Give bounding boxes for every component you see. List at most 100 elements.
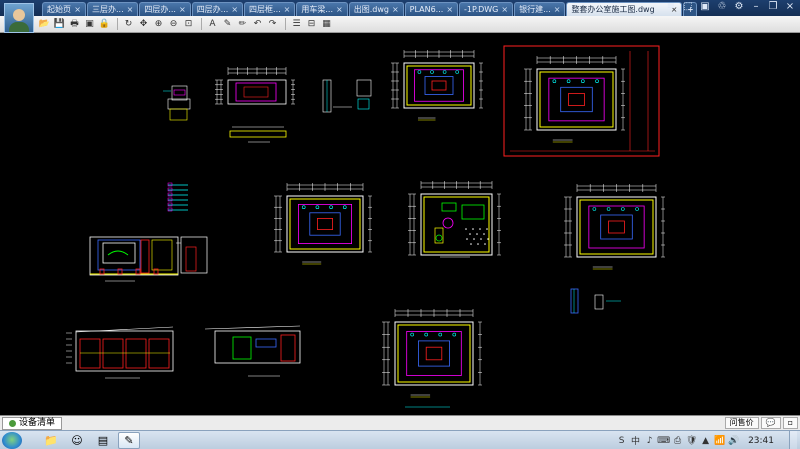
plan-inner-wall [539,71,614,128]
tray-icon[interactable]: ♪ [644,435,655,446]
tray-icon[interactable]: ▲ [700,435,711,446]
close-tab-icon[interactable]: × [231,4,238,16]
measure-icon[interactable]: ⊟ [305,18,318,31]
document-tab-label: 四层框... [249,4,281,14]
tray-icon[interactable]: 中 [630,435,641,447]
rotate-icon[interactable]: ↻ [122,18,135,31]
clock[interactable]: 23:41 [748,436,774,446]
document-tab-label: 四层办... [144,4,176,14]
save-icon[interactable]: 💾 [53,18,66,31]
plan-inner-wall [397,324,471,383]
ceiling-center [608,220,625,234]
floor-pattern-dot [476,233,478,235]
pan-icon[interactable]: ✥ [137,18,150,31]
ceiling-profile [204,325,301,330]
show-desktop-button[interactable] [789,431,797,449]
restore-icon[interactable]: ❐ [767,1,779,12]
pencil-icon[interactable]: ✏ [236,18,249,31]
tray-icon[interactable]: ⌨ [657,435,670,446]
close-tab-icon[interactable]: × [336,4,343,16]
document-tab[interactable]: 用车梁... × [296,2,348,16]
tray-icon[interactable]: 🛡 [686,435,697,446]
menu-icon[interactable]: ≡ [665,1,677,12]
close-tab-icon[interactable]: × [284,4,291,16]
document-tab[interactable]: 三层办... × [87,2,139,16]
document-tab[interactable]: 四层办... × [191,2,244,16]
layers-icon[interactable]: ▦ [320,18,333,31]
floor-pattern-dot [472,228,474,230]
window-icon[interactable]: ▣ [699,1,711,12]
zoom-window-icon[interactable]: ⊡ [182,18,195,31]
legend-swatch [167,197,173,202]
light-fixture [438,332,443,337]
text-icon[interactable]: A [206,18,219,31]
legend-swatch [167,182,173,187]
document-tab[interactable]: 四层框... × [244,2,296,16]
cad-viewer-taskbar-icon[interactable]: ✎ [118,432,140,449]
light-fixture [329,205,333,209]
layout-tab-equipment-list[interactable]: 设备清单 [2,416,63,430]
pdf-icon[interactable]: ▣ [83,18,96,31]
user-avatar[interactable] [4,3,34,33]
close-tab-icon[interactable]: × [554,4,561,16]
redo-icon[interactable]: ↷ [266,18,279,31]
furniture-sofa [461,204,485,220]
elevation-panel [235,82,277,102]
panel-button[interactable]: ▫ [782,417,798,429]
document-tab[interactable]: 银行建... × [514,2,566,16]
tray-icon[interactable]: 📶 [714,435,725,446]
light-fixture [452,332,457,337]
ask-price-button[interactable]: 问售价 [724,417,759,429]
books-taskbar-icon[interactable]: ▤ [92,432,114,449]
gear-icon[interactable]: ⚙ [733,1,745,12]
document-tab[interactable]: 起始页 × [42,2,86,16]
drawing-border [503,45,660,157]
tray-icon[interactable]: 🔊 [728,435,739,446]
document-tab[interactable]: -1P.DWG × [459,2,514,16]
document-tab-label: -1P.DWG [464,4,499,14]
zoom-in-icon[interactable]: ⊕ [152,18,165,31]
side-cabinet [185,246,197,272]
close-tab-icon[interactable]: × [446,4,453,16]
plan-outer-wall [420,193,493,256]
open-icon[interactable]: 📂 [38,18,51,31]
ceiling-recess [560,86,593,113]
light-fixture [592,207,597,211]
close-tab-icon[interactable]: × [74,4,81,16]
chat-button[interactable]: 💬 [760,417,781,429]
tray-icon[interactable]: ⎙ [672,435,683,446]
system-tray: S 中 ♪ ⌨ ⎙ 🛡 ▲ 📶 🔊 23:41 [616,431,800,449]
close-tab-icon[interactable]: × [127,4,134,16]
minimize-icon[interactable]: – [750,1,762,12]
zoom-out-icon[interactable]: ⊖ [167,18,180,31]
close-tab-icon[interactable]: × [179,4,186,16]
start-button[interactable] [2,432,22,449]
tray-icon[interactable]: S [616,435,627,446]
document-tab[interactable]: 出图.dwg × [348,2,404,16]
print-icon[interactable]: 🖶 [68,18,81,31]
drawing-canvas[interactable] [0,33,800,415]
avatar-body-icon [9,22,29,32]
document-tab[interactable]: 四层办... × [139,2,191,16]
pen-icon[interactable]: ✎ [221,18,234,31]
avatar-taskbar-icon[interactable]: ☺ [66,432,88,449]
light-fixture [455,70,460,74]
close-tab-icon[interactable]: × [392,4,399,16]
close-icon[interactable]: × [784,1,796,12]
close-tab-icon[interactable]: × [501,4,508,16]
plan-inner-wall [289,198,361,250]
folder-taskbar-icon[interactable]: 📁 [40,432,62,449]
floor-pattern-dot [483,233,485,235]
light-fixture [410,332,414,337]
layer-icon[interactable]: ☰ [290,18,303,31]
undo-icon[interactable]: ↶ [251,18,264,31]
side-elevation [180,236,208,274]
lock-icon[interactable]: 🔒 [98,18,111,31]
column-detail [570,288,579,314]
tray-icon-group: S 中 ♪ ⌨ ⎙ 🛡 ▲ 📶 🔊 [616,435,739,448]
document-tab-bar: 起始页 × 三层办... × 四层办... × 四层办... × 四层框... × 用车梁... × 出… [0,0,800,33]
document-tab[interactable]: PLAN6... × [404,2,459,16]
recycle-icon[interactable]: ♲ [716,1,728,12]
cad-drawing[interactable] [0,33,800,415]
screen-icon[interactable]: ⬚ [682,1,694,12]
